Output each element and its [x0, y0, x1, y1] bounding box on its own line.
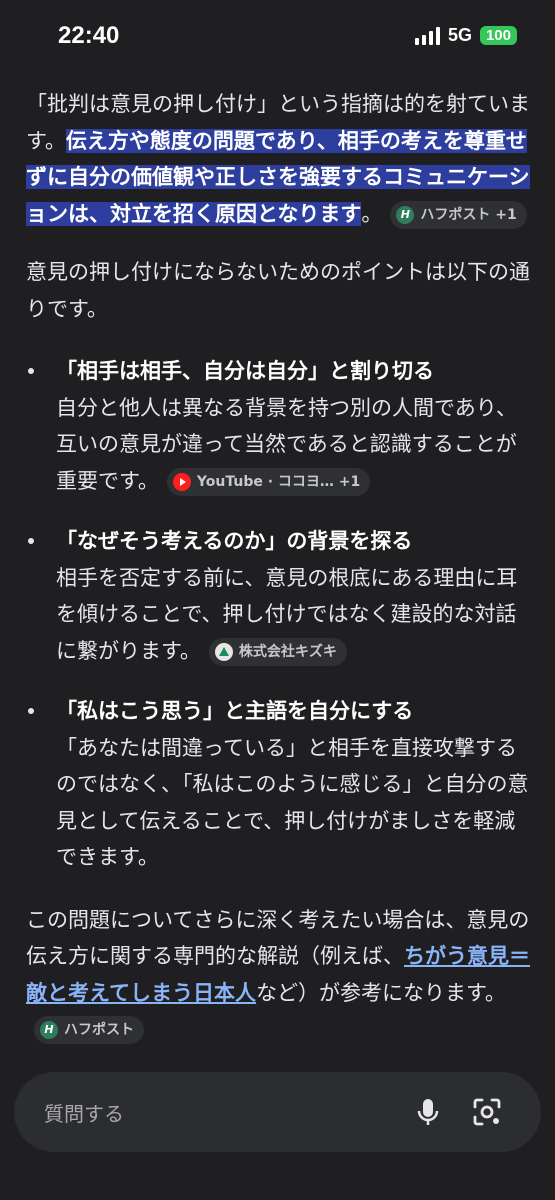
- network-type: 5G: [447, 25, 472, 45]
- youtube-icon: [172, 472, 191, 491]
- source-chip-label: 株式会社キズキ: [238, 643, 337, 660]
- battery-icon: 100: [479, 26, 517, 45]
- intro-paragraph: 「批判は意見の押し付け」という指摘は的を射ています。伝え方や態度の問題であり、相…: [26, 86, 531, 232]
- microphone-icon[interactable]: [410, 1094, 446, 1130]
- source-chip-huffpost[interactable]: H ハフポスト +1: [390, 200, 527, 229]
- prompt-input-bar[interactable]: 質問する: [14, 1072, 541, 1152]
- list-item: 「相手は相手、自分は自分」と割り切る 自分と他人は異なる背景を持つ別の人間であり…: [26, 353, 531, 499]
- list-item: 「なぜそう考えるのか」の背景を探る 相手を否定する前に、意見の根底にある理由に耳…: [26, 523, 531, 669]
- status-bar: 22:40 5G 100: [0, 0, 555, 70]
- list-item: 「私はこう思う」と主語を自分にする 「あなたは間違っている」と相手を直接攻撃する…: [26, 693, 531, 876]
- source-chip-huffpost[interactable]: H ハフポスト: [34, 1016, 144, 1044]
- prompt-placeholder: 質問する: [44, 1102, 124, 1126]
- point-title: 「相手は相手、自分は自分」と割り切る: [56, 359, 434, 383]
- point-title: 「私はこう思う」と主語を自分にする: [56, 699, 414, 723]
- source-chip-label: ハフポスト: [64, 1022, 134, 1038]
- source-chip-youtube[interactable]: YouTube · ココヨ… +1: [166, 467, 371, 496]
- answer-content: 「批判は意見の押し付け」という指摘は的を射ています。伝え方や態度の問題であり、相…: [26, 86, 531, 1048]
- status-indicators: 5G 100: [414, 25, 517, 46]
- camera-lens-icon[interactable]: [469, 1094, 505, 1130]
- source-chip-kizuki[interactable]: 株式会社キズキ: [208, 637, 347, 666]
- h-icon: H: [40, 1021, 58, 1039]
- status-time: 22:40: [58, 22, 120, 49]
- point-title: 「なぜそう考えるのか」の背景を探る: [56, 529, 413, 553]
- kizuki-icon: [214, 642, 233, 661]
- h-icon: H: [396, 205, 415, 224]
- point-body: 「あなたは間違っている」と相手を直接攻撃するのではなく、「私はこのように感じる」…: [56, 735, 529, 870]
- signal-icon: [414, 26, 440, 45]
- points-intro: 意見の押し付けにならないためのポイントは以下の通りです。: [26, 260, 530, 321]
- source-chip-label: ハフポスト +1: [420, 206, 517, 223]
- source-chip-label: YouTube · ココヨ… +1: [196, 473, 361, 490]
- closing-paragraph: この問題についてさらに深く考えたい場合は、意見の伝え方に関する専門的な解説（例え…: [26, 902, 531, 1048]
- closing-text-after: など）が参考になります。: [255, 980, 506, 1005]
- points-list: 「相手は相手、自分は自分」と割り切る 自分と他人は異なる背景を持つ別の人間であり…: [26, 353, 531, 876]
- intro-period: 。: [361, 201, 383, 226]
